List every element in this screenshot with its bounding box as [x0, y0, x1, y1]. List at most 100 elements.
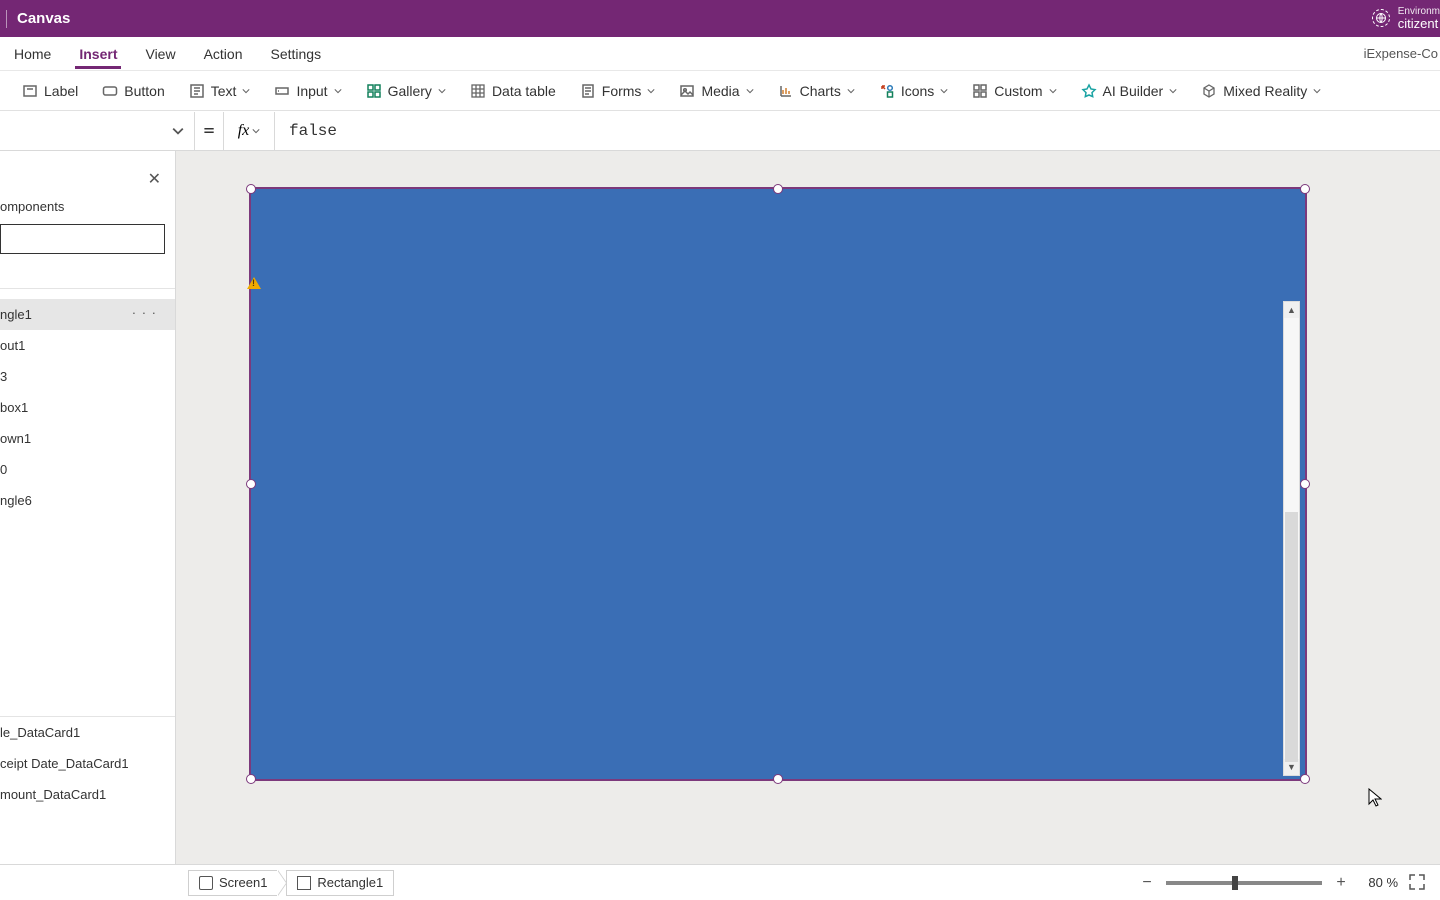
- ai-builder-icon: [1081, 83, 1097, 99]
- insert-input-button[interactable]: Input: [264, 77, 351, 105]
- resize-handle[interactable]: [246, 774, 256, 784]
- inner-scrollbar[interactable]: ▲ ▼: [1283, 301, 1300, 776]
- insert-input-text: Input: [296, 83, 327, 99]
- tree-item-label: box1: [0, 400, 28, 415]
- more-icon[interactable]: · · ·: [132, 305, 157, 320]
- tree-item[interactable]: own1: [0, 423, 175, 454]
- resize-handle[interactable]: [246, 479, 256, 489]
- resize-handle[interactable]: [773, 184, 783, 194]
- zoom-value: 80 %: [1360, 875, 1398, 890]
- scroll-up-button[interactable]: ▲: [1284, 302, 1299, 318]
- insert-icons-button[interactable]: Icons: [869, 77, 958, 105]
- menu-tabs-left: Home Insert View Action Settings: [0, 37, 335, 69]
- zoom-in-button[interactable]: +: [1332, 874, 1350, 892]
- formula-input[interactable]: [275, 112, 1440, 150]
- breadcrumb-screen[interactable]: Screen1: [188, 870, 277, 896]
- close-panel-button[interactable]: ✕: [148, 169, 161, 189]
- tree-item[interactable]: mount_DataCard1: [0, 779, 175, 810]
- tree-item[interactable]: ceipt Date_DataCard1: [0, 748, 175, 779]
- tree-item[interactable]: 3: [0, 361, 175, 392]
- insert-forms-text: Forms: [602, 83, 642, 99]
- titlebar-left: Canvas: [6, 10, 70, 28]
- rectangle-icon: [297, 876, 311, 890]
- cursor-icon: [1368, 788, 1382, 808]
- tree-item-label: mount_DataCard1: [0, 787, 106, 802]
- insert-mixed-reality-button[interactable]: Mixed Reality: [1191, 77, 1331, 105]
- breadcrumb-label: Screen1: [219, 875, 267, 890]
- resize-handle[interactable]: [773, 774, 783, 784]
- tree-item[interactable]: ngle1 · · ·: [0, 299, 175, 330]
- icons-icon: [879, 83, 895, 99]
- chevron-down-icon: [172, 125, 184, 137]
- insert-gallery-button[interactable]: Gallery: [356, 77, 456, 105]
- datatable-icon: [470, 83, 486, 99]
- zoom-out-button[interactable]: −: [1138, 874, 1156, 892]
- text-icon: [189, 83, 205, 99]
- chevron-down-icon: [1313, 87, 1321, 95]
- tab-view[interactable]: View: [131, 37, 189, 69]
- chevron-down-icon: [746, 87, 754, 95]
- insert-custom-text: Custom: [994, 83, 1042, 99]
- environment-label: Environm: [1398, 6, 1440, 17]
- insert-label-button[interactable]: Label: [12, 77, 88, 105]
- app-title: Canvas: [17, 10, 70, 27]
- resize-handle[interactable]: [1300, 774, 1310, 784]
- environment-name: citizent: [1398, 17, 1440, 31]
- tree-item[interactable]: out1: [0, 330, 175, 361]
- tree-item[interactable]: 0: [0, 454, 175, 485]
- app-name: iExpense-Co: [1364, 46, 1438, 61]
- insert-button-button[interactable]: Button: [92, 77, 174, 105]
- insert-charts-text: Charts: [800, 83, 841, 99]
- environment-block[interactable]: Environm citizent: [1398, 6, 1440, 31]
- tab-insert[interactable]: Insert: [65, 37, 131, 69]
- chevron-down-icon: [847, 87, 855, 95]
- insert-media-text: Media: [701, 83, 739, 99]
- tree-search-input[interactable]: [0, 224, 165, 254]
- resize-handle[interactable]: [1300, 184, 1310, 194]
- media-icon: [679, 83, 695, 99]
- insert-ai-builder-text: AI Builder: [1103, 83, 1164, 99]
- fit-to-window-button[interactable]: [1408, 873, 1428, 893]
- tree-item-label: 3: [0, 369, 7, 384]
- insert-datatable-button[interactable]: Data table: [460, 77, 566, 105]
- insert-forms-button[interactable]: Forms: [570, 77, 666, 105]
- resize-handle[interactable]: [246, 184, 256, 194]
- insert-custom-button[interactable]: Custom: [962, 77, 1066, 105]
- tree-item-label: 0: [0, 462, 7, 477]
- chevron-down-icon: [242, 87, 250, 95]
- tab-settings[interactable]: Settings: [257, 37, 336, 69]
- label-icon: [22, 83, 38, 99]
- tab-home[interactable]: Home: [0, 37, 65, 69]
- formula-bar: = fx: [0, 111, 1440, 151]
- property-selector[interactable]: [0, 112, 195, 150]
- charts-icon: [778, 83, 794, 99]
- tree-item-label: ngle6: [0, 493, 32, 508]
- tree-item-label: out1: [0, 338, 25, 353]
- tree-list: ngle1 · · · out1 3 box1 own1 0 ngle6 le_…: [0, 299, 175, 864]
- divider: [0, 288, 175, 289]
- tree-item[interactable]: box1: [0, 392, 175, 423]
- selected-rectangle[interactable]: ▲ ▼: [249, 187, 1307, 781]
- scroll-thumb[interactable]: [1285, 512, 1298, 762]
- warning-icon[interactable]: [247, 277, 261, 289]
- custom-icon: [972, 83, 988, 99]
- fx-button[interactable]: fx: [223, 112, 275, 150]
- menu-tabs: Home Insert View Action Settings iExpens…: [0, 37, 1440, 70]
- insert-ribbon: Label Button Text Input Gallery Data tab…: [0, 70, 1440, 111]
- breadcrumb-rectangle[interactable]: Rectangle1: [286, 870, 394, 896]
- zoom-slider-thumb[interactable]: [1232, 876, 1238, 890]
- tree-item[interactable]: le_DataCard1: [0, 717, 175, 748]
- tree-item[interactable]: ngle6: [0, 485, 175, 516]
- environment-icon[interactable]: [1372, 9, 1390, 27]
- insert-charts-button[interactable]: Charts: [768, 77, 865, 105]
- tab-action[interactable]: Action: [190, 37, 257, 69]
- resize-handle[interactable]: [1300, 479, 1310, 489]
- zoom-slider[interactable]: [1166, 881, 1322, 885]
- mixed-reality-icon: [1201, 83, 1217, 99]
- insert-media-button[interactable]: Media: [669, 77, 763, 105]
- zoom-controls: − + 80 %: [1138, 873, 1440, 893]
- canvas-area[interactable]: ▲ ▼: [176, 151, 1440, 864]
- insert-text-button[interactable]: Text: [179, 77, 261, 105]
- insert-ai-builder-button[interactable]: AI Builder: [1071, 77, 1188, 105]
- chevron-down-icon: [1049, 87, 1057, 95]
